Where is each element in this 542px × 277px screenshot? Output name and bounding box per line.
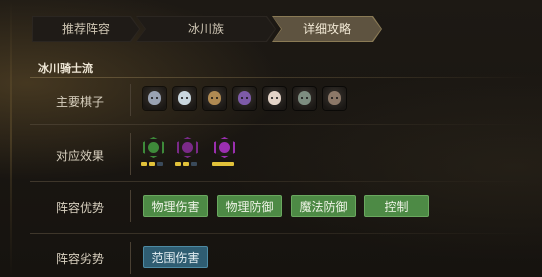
tab-label: 详细攻略: [302, 22, 351, 36]
trait-level-pip: [175, 162, 181, 166]
strengths-label: 阵容优势: [55, 201, 104, 215]
stone-golem-icon[interactable]: [293, 87, 316, 110]
main-pieces-label: 主要棋子: [55, 95, 104, 109]
strength-tag: 魔法防御: [291, 195, 356, 217]
row-divider: [30, 181, 530, 182]
troll-warrior-icon[interactable]: [323, 87, 346, 110]
row-separator: [130, 190, 131, 222]
row-divider: [30, 124, 530, 125]
tab-label: 推荐阵容: [61, 22, 110, 36]
trait-level-pip: [157, 162, 163, 166]
purple-dragon-icon[interactable]: [233, 87, 256, 110]
tab-recommended-lineup[interactable]: 推荐阵容: [32, 16, 140, 42]
tab-detailed-guide[interactable]: 详细攻略: [272, 16, 382, 42]
tab-label: 冰川族: [187, 22, 224, 36]
decorative-line: [10, 0, 12, 277]
trait-level-pip: [212, 162, 234, 166]
row-separator: [130, 242, 131, 274]
pale-woman-icon[interactable]: [263, 87, 286, 110]
trait-level-pip: [141, 162, 147, 166]
horned-beast-icon[interactable]: [173, 87, 196, 110]
trait-level-pip: [149, 162, 155, 166]
effects-label: 对应效果: [55, 149, 104, 163]
section-divider: [30, 77, 530, 78]
bearded-dwarf-icon[interactable]: [203, 87, 226, 110]
section-title: 冰川骑士流: [38, 62, 93, 75]
strength-tag: 控制: [364, 195, 429, 217]
tab-glacier-clan[interactable]: 冰川族: [136, 16, 276, 42]
white-yeti-icon[interactable]: [143, 87, 166, 110]
row-divider: [30, 233, 530, 234]
weakness-tag: 范围伤害: [143, 246, 208, 268]
tab-bar: 推荐阵容 冰川族 详细攻略: [32, 16, 352, 42]
trait-level-pip: [191, 162, 197, 166]
row-separator: [130, 84, 131, 116]
strength-tag: 物理防御: [217, 195, 282, 217]
trait-level-pip: [183, 162, 189, 166]
row-separator: [130, 133, 131, 175]
weaknesses-label: 阵容劣势: [55, 252, 104, 266]
strength-tag: 物理伤害: [143, 195, 208, 217]
